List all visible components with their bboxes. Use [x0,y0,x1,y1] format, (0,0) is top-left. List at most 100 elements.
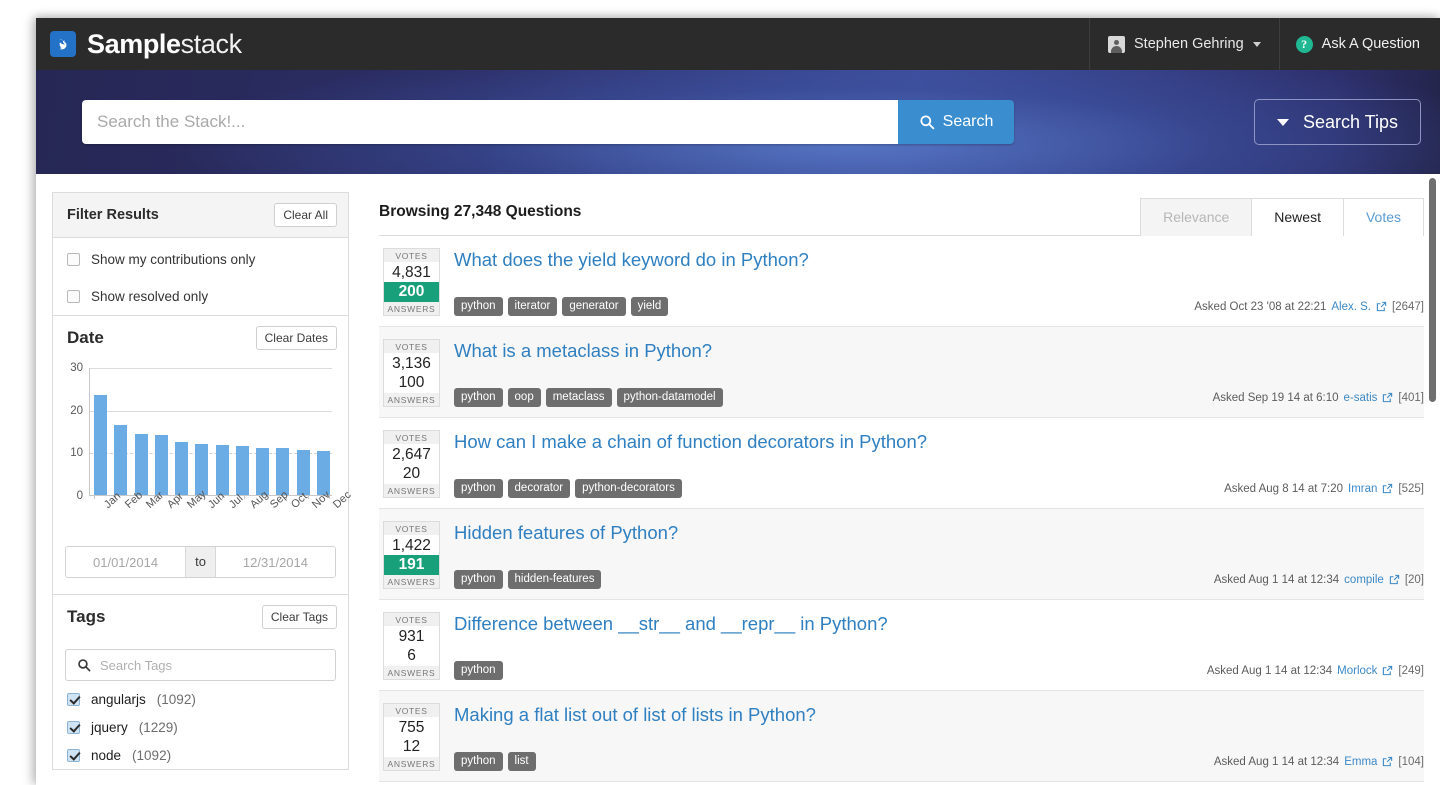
author-link[interactable]: Imran [1348,483,1377,495]
tag-chip[interactable]: decorator [507,479,571,498]
checkbox-show-resolved-only[interactable]: Show resolved only [53,278,348,315]
chart-bar[interactable] [134,434,148,495]
author-link[interactable]: Alex. S. [1331,301,1371,313]
checkbox-box[interactable] [67,720,80,734]
chart-bar-column[interactable] [296,450,310,495]
chart-bar-column[interactable] [154,435,168,495]
tag-chip[interactable]: generator [562,297,626,316]
date-header: Date Clear Dates [53,316,348,360]
scrollbar-thumb[interactable] [1429,178,1436,402]
brand-logo-area[interactable]: Samplestack [36,30,242,58]
chart-bar-column[interactable] [114,425,128,495]
tag-chip[interactable]: python [454,661,503,680]
clear-dates-button[interactable]: Clear Dates [255,326,337,350]
external-link-icon[interactable] [1382,392,1393,403]
chart-bar[interactable] [195,444,209,495]
tab-votes[interactable]: Votes [1342,198,1424,236]
tag-chip[interactable]: metaclass [545,388,612,407]
answers-caption: ANSWERS [384,757,439,770]
author-reputation: [20] [1404,573,1424,586]
tag-chip[interactable]: python [454,388,503,407]
clear-tags-button[interactable]: Clear Tags [261,605,337,629]
tag-chip[interactable]: python [454,297,503,316]
tag-chip[interactable]: python [454,570,503,589]
date-from-input[interactable] [66,547,186,577]
tag-chip[interactable]: python-datamodel [616,388,723,407]
chart-bar-column[interactable] [276,447,290,495]
question-row[interactable]: VOTES 931 6 ANSWERS Difference between __str… [379,600,1424,691]
author-link[interactable]: Emma [1344,756,1377,768]
checkbox-show-my-contributions[interactable]: Show my contributions only [53,238,348,278]
chart-bar-column[interactable] [235,445,249,495]
tag-filter-item[interactable]: jquery (1229) [53,713,348,741]
chart-bar[interactable] [235,445,249,495]
filter-sidebar: Filter Results Clear All Show my contrib… [36,174,365,785]
tag-chip[interactable]: yield [630,297,669,316]
search-tips-button[interactable]: Search Tips [1253,99,1421,145]
tag-chip[interactable]: python [454,479,503,498]
vertical-scrollbar[interactable] [1429,178,1436,785]
question-row[interactable]: VOTES 4,831 200 ANSWERS What does the yield … [379,236,1424,327]
tag-filter-item[interactable]: angularjs (1092) [53,685,348,713]
date-to-input[interactable] [215,547,335,577]
checkbox-box[interactable] [67,253,80,266]
author-link[interactable]: e-satis [1344,392,1378,404]
external-link-icon[interactable] [1389,574,1400,585]
question-title-link[interactable]: Hidden features of Python? [454,522,1424,544]
author-link[interactable]: Morlock [1337,665,1377,677]
checkbox-box[interactable] [67,748,80,762]
question-row[interactable]: VOTES 2,647 20 ANSWERS How can I make a chai… [379,418,1424,509]
tag-chip[interactable]: iterator [507,297,558,316]
tag-filter-item[interactable]: node (1092) [53,741,348,769]
chart-y-tick-label: 30 [70,362,83,374]
tag-count-label: (1092) [132,747,172,763]
tag-chip[interactable]: oop [507,388,541,407]
author-link[interactable]: compile [1344,574,1384,586]
bird-logo-icon [50,31,76,57]
chart-bar-column[interactable] [256,447,270,495]
tag-chip[interactable]: python-decorators [575,479,682,498]
question-row[interactable]: VOTES 3,136 100 ANSWERS What is a metaclass … [379,327,1424,418]
chart-bar[interactable] [296,450,310,495]
tag-search-input[interactable] [100,657,324,673]
chart-bar-column[interactable] [195,444,209,495]
user-menu[interactable]: Stephen Gehring [1089,18,1280,70]
question-title-link[interactable]: Difference between __str__ and __repr__ … [454,613,1424,635]
clear-all-button[interactable]: Clear All [274,203,337,227]
chart-bar[interactable] [276,447,290,495]
question-title-link[interactable]: How can I make a chain of function decor… [454,431,1424,453]
chart-bar[interactable] [256,447,270,495]
tag-chip[interactable]: python [454,752,503,771]
search-button[interactable]: Search [898,100,1014,144]
chart-bar[interactable] [154,435,168,495]
search-input[interactable] [82,100,898,144]
chart-bar-column[interactable] [215,445,229,495]
question-title-link[interactable]: Making a flat list out of list of lists … [454,704,1424,726]
chart-bar-column[interactable] [175,442,189,495]
search-tips-label: Search Tips [1302,111,1398,132]
ask-a-question-button[interactable]: ? Ask A Question [1280,18,1440,70]
question-row[interactable]: VOTES 755 12 ANSWERS Making a flat list out … [379,691,1424,782]
tag-chip[interactable]: list [507,752,536,771]
chart-bar[interactable] [94,394,107,495]
results-header: Browsing 27,348 Questions Relevance Newes… [379,192,1424,236]
question-row[interactable]: VOTES 1,422 191 ANSWERS Hidden features of P… [379,509,1424,600]
chart-bar[interactable] [215,445,229,495]
question-title-link[interactable]: What is a metaclass in Python? [454,340,1424,362]
chevron-down-icon [1252,41,1261,47]
external-link-icon[interactable] [1382,756,1393,767]
question-meta: Asked Oct 23 '08 at 22:21 Alex. S. [2647] [1182,301,1424,313]
external-link-icon[interactable] [1382,665,1393,676]
checkbox-box[interactable] [67,692,80,706]
chart-bar-column[interactable] [134,434,148,495]
search-button-label: Search [942,113,994,130]
chart-bar-column[interactable] [94,394,107,495]
chart-bar[interactable] [114,425,128,495]
checkbox-box[interactable] [67,290,80,303]
question-title-link[interactable]: What does the yield keyword do in Python… [454,249,1424,271]
chart-bar[interactable] [175,442,189,495]
tab-newest[interactable]: Newest [1251,198,1344,236]
tag-chip[interactable]: hidden-features [507,570,602,589]
external-link-icon[interactable] [1376,301,1387,312]
external-link-icon[interactable] [1382,483,1393,494]
